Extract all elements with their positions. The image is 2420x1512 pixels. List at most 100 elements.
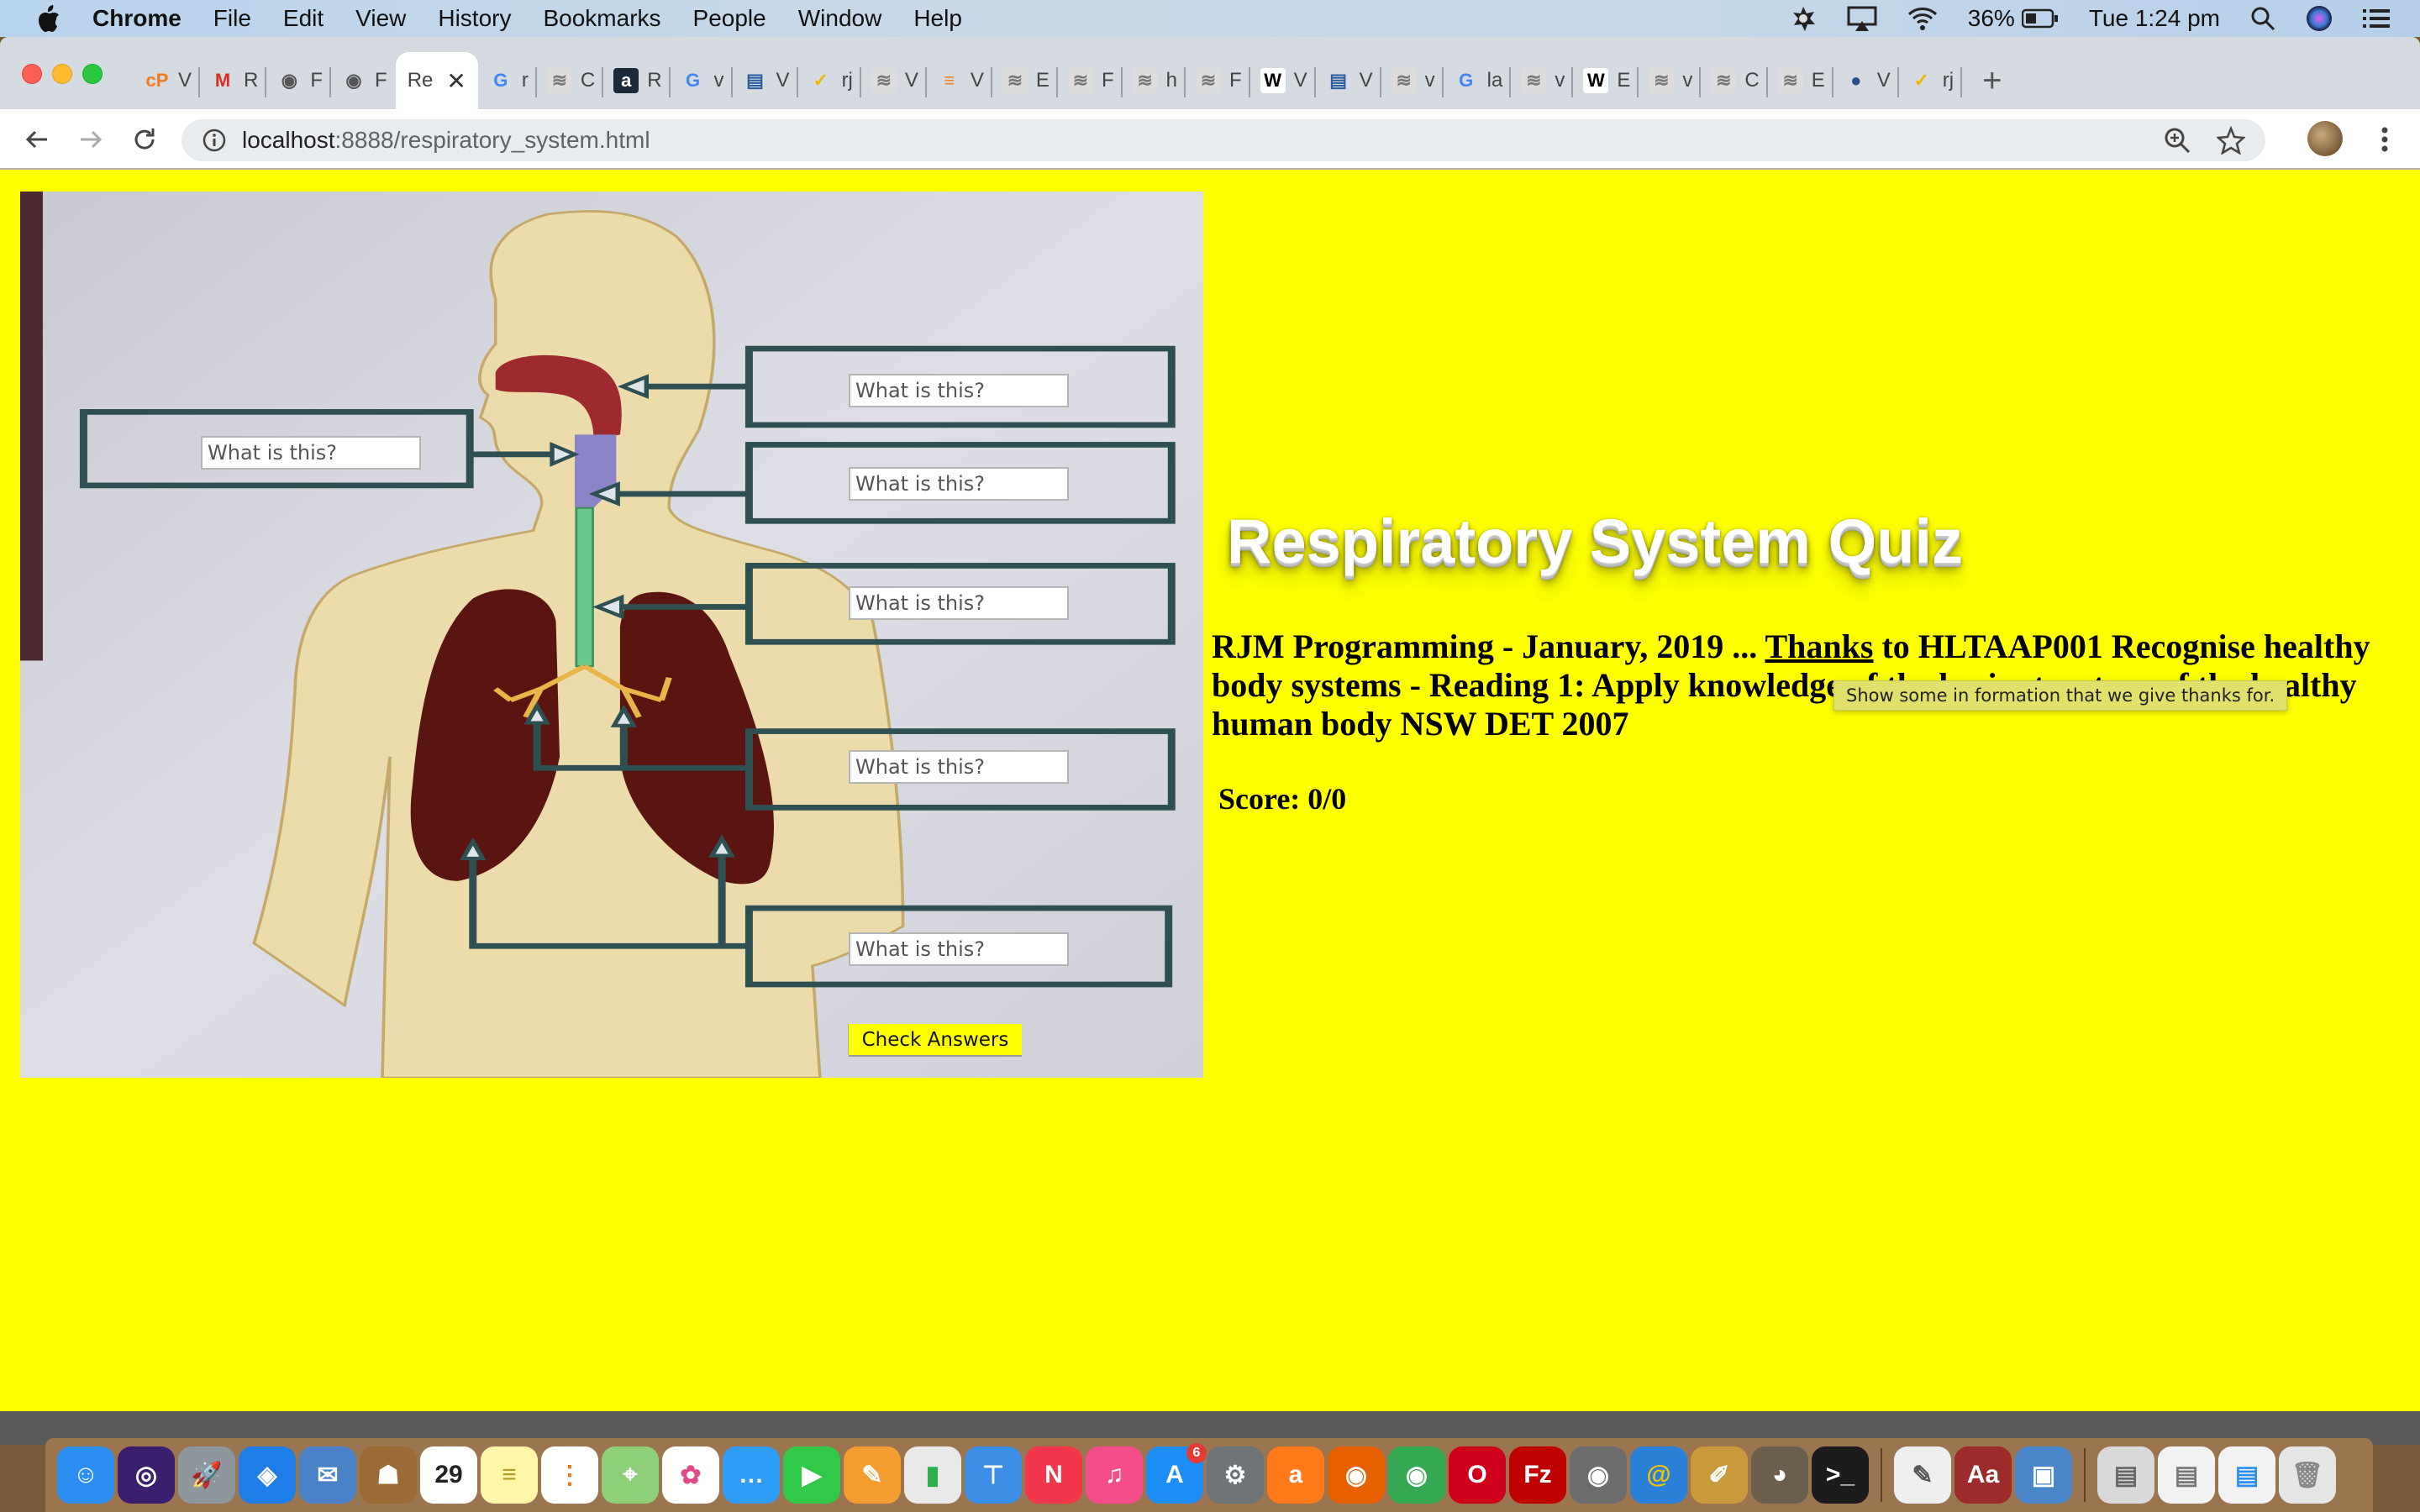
preview-icon[interactable]: ▣ [2015,1446,2072,1504]
script-editor-icon[interactable]: ✎ [1894,1446,1951,1504]
window-minimize-button[interactable] [52,64,72,84]
tab[interactable]: Gv [671,52,733,109]
bookmark-star-icon[interactable] [2217,126,2245,155]
menu-file[interactable]: File [213,5,251,32]
notification-center-icon[interactable] [2363,8,2390,29]
news-icon[interactable]: N [1025,1446,1082,1504]
tab[interactable]: ◉ F [331,52,396,109]
messages-icon[interactable]: … [723,1446,780,1504]
tab[interactable]: ≋ v [1381,52,1444,109]
opera-icon[interactable]: O [1449,1446,1506,1504]
new-tab-plus-icon[interactable]: + [1982,64,2002,97]
tab[interactable]: ≋ V [861,52,927,109]
address-bar[interactable]: localhost:8888/respiratory_system.html [182,119,2265,161]
window-zoom-button[interactable] [82,64,103,84]
documents-stack-icon[interactable]: ▤ [2158,1446,2215,1504]
tab[interactable]: cP V [134,52,201,109]
mail-icon[interactable]: ✉ [299,1446,356,1504]
answer-input-4[interactable] [849,586,1069,620]
forward-button[interactable] [76,124,106,155]
menu-people[interactable]: People [693,5,766,32]
tab-close-icon[interactable]: ✕ [446,67,466,95]
gimp-icon[interactable]: ◕ [1751,1446,1808,1504]
chrome-menu-button[interactable] [2370,124,2400,155]
tab[interactable]: ▤ V [733,52,798,109]
chrome-icon[interactable]: ◉ [1388,1446,1445,1504]
paint-brush-icon[interactable]: ✐ [1691,1446,1748,1504]
trash-icon[interactable]: 🗑 [2279,1446,2336,1504]
system-preferences-icon[interactable]: ⚙ [1207,1446,1264,1504]
itunes-icon[interactable]: ♫ [1086,1446,1143,1504]
filezilla-icon[interactable]: Fz [1509,1446,1566,1504]
pages-icon[interactable]: ✎ [844,1446,901,1504]
photos-icon[interactable]: ✿ [662,1446,719,1504]
profile-avatar[interactable] [2307,121,2343,156]
numbers-icon[interactable]: ▮ [904,1446,961,1504]
menu-help[interactable]: Help [913,5,962,32]
menu-bookmarks[interactable]: Bookmarks [543,5,660,32]
tab[interactable]: WV [1250,52,1316,109]
maps-icon[interactable]: ⌖ [602,1446,659,1504]
tab[interactable]: ≋ F [1058,52,1123,109]
airplay-icon[interactable] [1847,6,1877,31]
downloads-stack-icon[interactable]: ▤ [2097,1446,2154,1504]
avast-icon[interactable]: a [1267,1446,1324,1504]
avast-status-icon[interactable] [1790,5,1817,32]
calendar-icon[interactable]: 29 [420,1446,477,1504]
tab[interactable]: MR [200,52,267,109]
tab[interactable]: ◉ F [266,52,331,109]
tab[interactable]: ✓ rj [798,52,862,109]
tab[interactable]: ✓ rj [1899,52,1963,109]
tab[interactable]: ≋ C [537,52,604,109]
reload-button[interactable] [129,124,160,155]
launchpad-icon[interactable]: 🚀 [178,1446,235,1504]
back-button[interactable] [22,124,52,155]
menu-history[interactable]: History [438,5,511,32]
answer-input-5[interactable] [849,750,1069,784]
tab[interactable]: aR [603,52,671,109]
tab[interactable]: Gla [1444,52,1512,109]
facetime-icon[interactable]: ▶ [783,1446,840,1504]
thanks-link[interactable]: Thanks [1765,627,1874,665]
answer-input-2[interactable] [849,374,1069,407]
tab[interactable]: ≋ E [992,52,1058,109]
spotlight-search-icon[interactable] [2250,6,2275,31]
tab[interactable]: ≋ C [1701,52,1769,109]
tab[interactable]: ≋ v [1511,52,1574,109]
finder-window-stack-icon[interactable]: ▤ [2218,1446,2275,1504]
tab-active[interactable]: Re ✕ [395,52,478,109]
safari-icon[interactable]: ◈ [239,1446,296,1504]
tab[interactable]: ≋ h [1123,52,1186,109]
tab[interactable]: ≋ F [1186,52,1250,109]
tab[interactable]: ● V [1833,52,1899,109]
keynote-icon[interactable]: ⊤ [965,1446,1022,1504]
check-answers-button[interactable]: Check Answers [849,1024,1022,1055]
tab[interactable]: Gr [478,52,537,109]
site-info-icon[interactable] [202,128,227,153]
mamp-icon[interactable]: ◉ [1570,1446,1627,1504]
menu-app-name[interactable]: Chrome [92,5,182,32]
terminal-icon[interactable]: >_ [1812,1446,1869,1504]
tab[interactable]: WE [1573,52,1639,109]
app-store-icon[interactable]: A6 [1146,1443,1207,1504]
answer-input-6[interactable] [849,932,1069,966]
tab[interactable]: ≡ V [927,52,992,109]
tab[interactable]: ≋ E [1768,52,1833,109]
siri-icon[interactable]: ◎ [118,1446,175,1504]
answer-input-3[interactable] [849,467,1069,501]
cyberduck-icon[interactable]: @ [1630,1446,1687,1504]
menu-window[interactable]: Window [798,5,882,32]
firefox-icon[interactable]: ◉ [1328,1446,1385,1504]
notes-icon[interactable]: ≡ [481,1446,538,1504]
finder-icon[interactable]: ☺ [57,1446,114,1504]
reminders-icon[interactable]: ⋮ [541,1446,598,1504]
siri-icon[interactable] [2306,5,2333,32]
answer-input-1[interactable] [201,436,421,470]
url-text[interactable]: localhost:8888/respiratory_system.html [242,127,650,154]
contacts-icon[interactable]: ☗ [360,1446,417,1504]
zoom-indicator-icon[interactable] [2163,126,2191,155]
tab[interactable]: ≋ v [1639,52,1702,109]
menu-edit[interactable]: Edit [283,5,324,32]
window-close-button[interactable] [22,64,42,84]
clock[interactable]: Tue 1:24 pm [2089,5,2220,32]
